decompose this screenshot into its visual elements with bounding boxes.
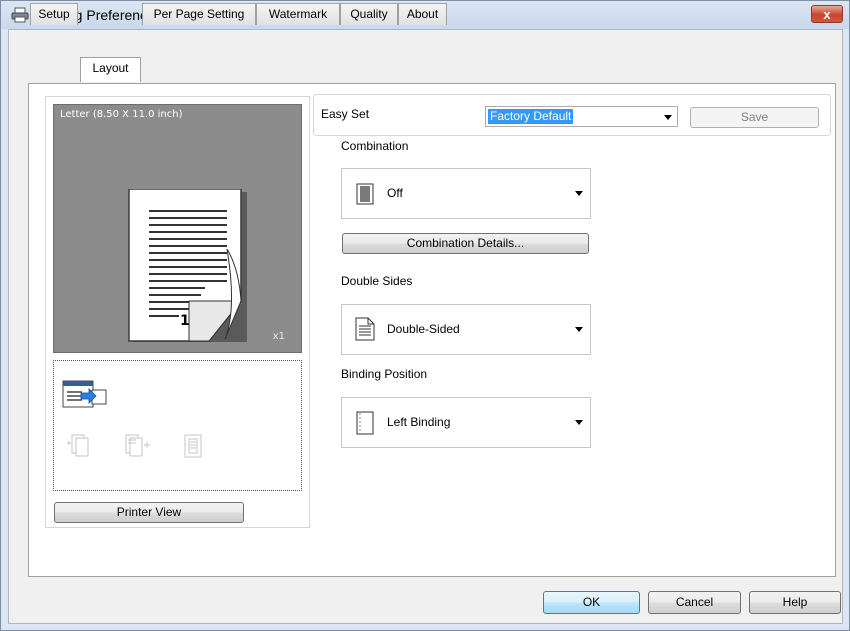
easy-set-value: Factory Default xyxy=(488,109,574,124)
binding-position-label: Binding Position xyxy=(341,367,428,381)
booklet-icon xyxy=(184,434,202,458)
easy-set-label: Easy Set xyxy=(321,107,370,121)
chevron-down-icon[interactable] xyxy=(575,420,583,425)
combination-dropdown[interactable]: Off xyxy=(341,168,591,219)
page-preview: Letter (8.50 X 11.0 inch) 1 x1 xyxy=(53,104,302,353)
button-label: Help xyxy=(782,595,808,609)
double-sides-value: Double-Sided xyxy=(387,322,460,336)
button-label: Combination Details... xyxy=(406,236,525,250)
single-page-icon xyxy=(356,183,374,205)
combination-value: Off xyxy=(387,186,403,200)
tab-label: Quality xyxy=(350,7,388,21)
printer-view-button[interactable]: Printer View xyxy=(54,502,244,523)
tab-setup[interactable]: Setup xyxy=(30,3,78,25)
combination-label: Combination xyxy=(341,139,409,153)
ok-button[interactable]: OK xyxy=(543,591,640,614)
tab-label: Per Page Setting xyxy=(153,7,245,21)
binding-position-value: Left Binding xyxy=(387,415,451,429)
tab-quality[interactable]: Quality xyxy=(340,3,398,25)
printer-view-area xyxy=(53,360,302,491)
close-button[interactable]: x xyxy=(811,5,843,23)
page-number: 1 xyxy=(180,313,190,329)
paper-size-label: Letter (8.50 X 11.0 inch) xyxy=(60,109,183,120)
double-sides-label: Double Sides xyxy=(341,274,413,288)
copies-count: x1 xyxy=(272,331,285,342)
chevron-down-icon[interactable] xyxy=(575,191,583,196)
printer-icon xyxy=(11,7,29,23)
double-sides-dropdown[interactable]: Double-Sided xyxy=(341,304,591,355)
button-label: Save xyxy=(740,110,769,124)
print-job-icon xyxy=(62,380,107,408)
staple-left-icon xyxy=(67,434,89,457)
tab-about[interactable]: About xyxy=(398,3,447,25)
binding-position-dropdown[interactable]: Left Binding xyxy=(341,397,591,448)
tab-per-page-setting[interactable]: Per Page Setting xyxy=(142,3,256,25)
button-label: Cancel xyxy=(675,595,714,609)
close-icon: x xyxy=(823,7,831,22)
chevron-down-icon[interactable] xyxy=(664,115,672,120)
cancel-button[interactable]: Cancel xyxy=(648,591,741,614)
staple-right-icon xyxy=(125,434,150,457)
document-page-icon: 1 xyxy=(128,189,247,342)
tab-layout[interactable]: Layout xyxy=(80,57,141,82)
tab-label: Layout xyxy=(92,61,129,75)
double-sided-icon xyxy=(355,317,375,341)
help-button[interactable]: Help xyxy=(749,591,841,614)
tab-label: Watermark xyxy=(268,7,328,21)
button-label: OK xyxy=(582,595,601,609)
printing-preferences-window: Printing Preferences x Setup Layout Per … xyxy=(0,0,850,631)
tab-label: Setup xyxy=(38,7,70,21)
button-label: Printer View xyxy=(116,505,182,519)
left-binding-icon xyxy=(356,411,374,435)
tab-watermark[interactable]: Watermark xyxy=(256,3,340,25)
combination-details-button[interactable]: Combination Details... xyxy=(342,233,589,254)
tab-label: About xyxy=(406,7,439,21)
easy-set-dropdown[interactable]: Factory Default xyxy=(485,106,678,127)
chevron-down-icon[interactable] xyxy=(575,327,583,332)
save-button[interactable]: Save xyxy=(690,107,819,128)
